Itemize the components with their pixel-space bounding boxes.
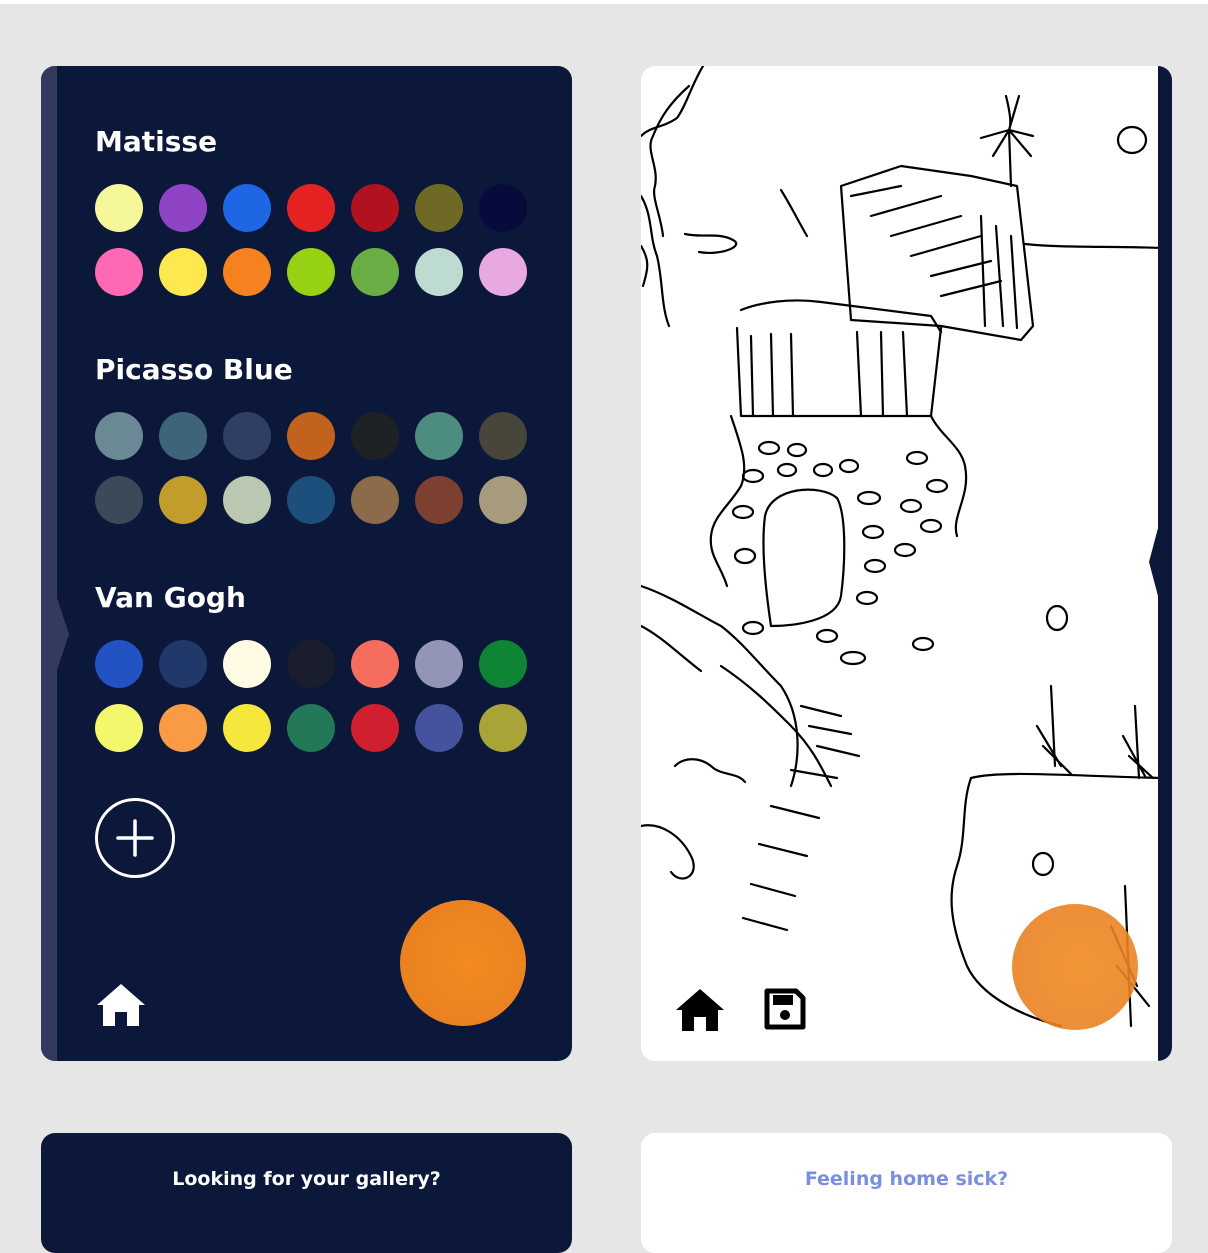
plus-icon [116, 819, 154, 857]
color-swatch[interactable] [287, 476, 335, 524]
color-swatch[interactable] [351, 476, 399, 524]
color-swatch[interactable] [95, 704, 143, 752]
coloring-canvas[interactable] [641, 66, 1172, 1061]
palette-van-gogh: Van Gogh [95, 580, 527, 752]
swatch-grid [95, 184, 527, 296]
color-swatch[interactable] [95, 412, 143, 460]
top-strip [0, 0, 1208, 4]
color-swatch[interactable] [479, 640, 527, 688]
home-prompt: Feeling home sick? [804, 1168, 1009, 1190]
color-swatch[interactable] [159, 704, 207, 752]
color-swatch[interactable] [351, 184, 399, 232]
palette-title: Van Gogh [95, 581, 246, 614]
color-swatch[interactable] [415, 704, 463, 752]
color-swatch[interactable] [159, 248, 207, 296]
color-swatch[interactable] [351, 412, 399, 460]
color-swatch[interactable] [415, 248, 463, 296]
color-swatch[interactable] [95, 476, 143, 524]
floppy-disk-icon[interactable] [762, 986, 808, 1032]
palette-panel: Matisse Picasso Blue Van Gogh [41, 66, 572, 1061]
gallery-card[interactable]: Looking for your gallery? [41, 1133, 572, 1253]
add-palette-button[interactable] [95, 798, 175, 878]
current-color-button[interactable] [1012, 904, 1138, 1030]
color-swatch[interactable] [95, 184, 143, 232]
swatch-grid [95, 412, 527, 524]
canvas-collapse-handle[interactable] [1149, 528, 1158, 596]
color-swatch[interactable] [287, 184, 335, 232]
color-swatch[interactable] [415, 412, 463, 460]
gallery-prompt: Looking for your gallery? [172, 1168, 441, 1190]
color-swatch[interactable] [479, 476, 527, 524]
color-swatch[interactable] [223, 476, 271, 524]
color-swatch[interactable] [479, 184, 527, 232]
color-swatch[interactable] [479, 412, 527, 460]
color-swatch[interactable] [159, 640, 207, 688]
color-swatch[interactable] [287, 248, 335, 296]
panel-edge [41, 66, 57, 1061]
color-swatch[interactable] [287, 704, 335, 752]
palette-title: Picasso Blue [95, 353, 293, 386]
color-swatch[interactable] [223, 184, 271, 232]
color-swatch[interactable] [415, 640, 463, 688]
color-swatch[interactable] [159, 476, 207, 524]
color-swatch[interactable] [95, 248, 143, 296]
color-swatch[interactable] [159, 412, 207, 460]
color-swatch[interactable] [223, 248, 271, 296]
color-swatch[interactable] [95, 640, 143, 688]
color-swatch[interactable] [287, 412, 335, 460]
current-color-button[interactable] [400, 900, 526, 1026]
swatch-grid [95, 640, 527, 752]
color-swatch[interactable] [479, 704, 527, 752]
home-icon[interactable] [95, 980, 147, 1028]
color-swatch[interactable] [351, 704, 399, 752]
color-swatch[interactable] [223, 412, 271, 460]
palette-picasso-blue: Picasso Blue [95, 352, 527, 524]
color-swatch[interactable] [223, 640, 271, 688]
color-swatch[interactable] [479, 248, 527, 296]
home-icon[interactable] [674, 985, 726, 1033]
palette-title: Matisse [95, 125, 218, 158]
color-swatch[interactable] [223, 704, 271, 752]
color-swatch[interactable] [415, 184, 463, 232]
panel-collapse-handle[interactable] [57, 598, 69, 670]
palette-matisse: Matisse [95, 124, 527, 296]
color-swatch[interactable] [351, 248, 399, 296]
color-swatch[interactable] [415, 476, 463, 524]
home-card[interactable]: Feeling home sick? [641, 1133, 1172, 1253]
color-swatch[interactable] [287, 640, 335, 688]
color-swatch[interactable] [159, 184, 207, 232]
color-swatch[interactable] [351, 640, 399, 688]
canvas-edge [1158, 66, 1172, 1061]
